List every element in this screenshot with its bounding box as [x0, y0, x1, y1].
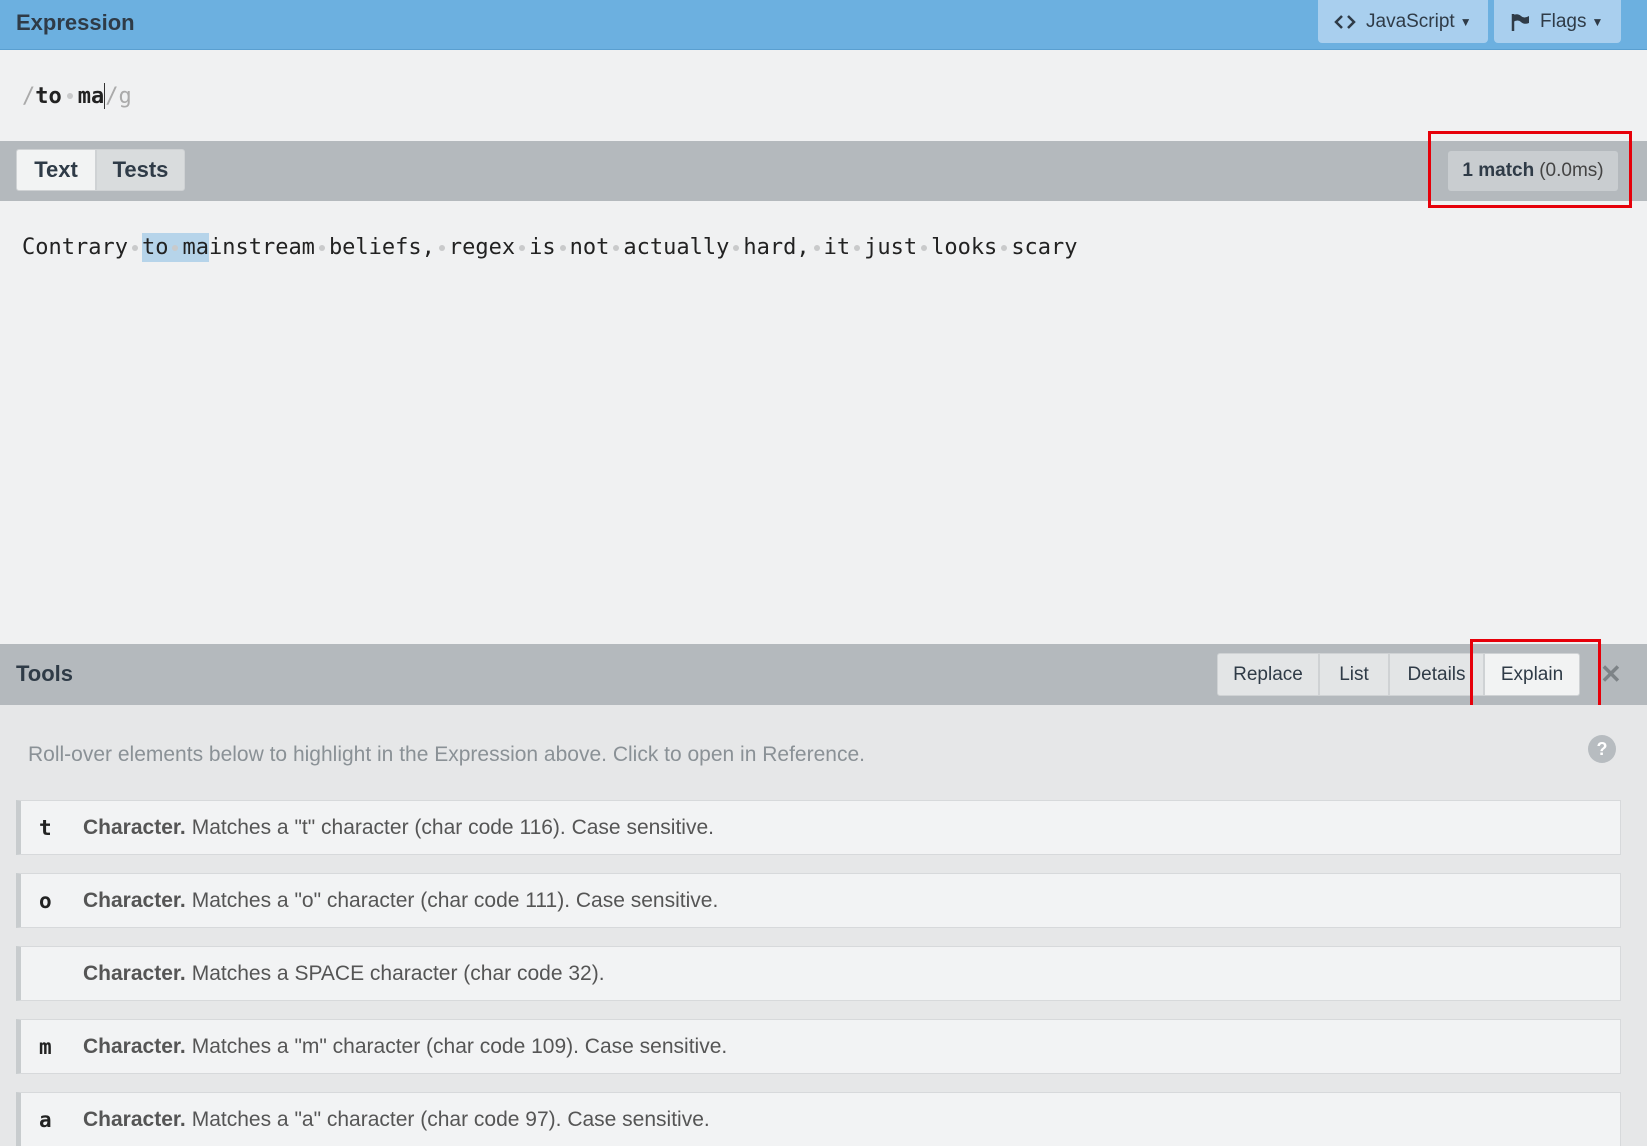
explain-hint: Roll-over elements below to highlight in… [28, 743, 865, 766]
word: it [823, 235, 851, 260]
token-description: Matches a "o" character (char code 111).… [191, 888, 719, 912]
token: o [39, 888, 52, 913]
explain-row[interactable]: m Character. Matches a "m" character (ch… [16, 1019, 1621, 1074]
token-description: Matches a "m" character (char code 109).… [191, 1034, 728, 1058]
word: not [569, 235, 610, 260]
word: just [864, 235, 918, 260]
token-description: Matches a "t" character (char code 116).… [191, 815, 714, 839]
annotation-box-match [1428, 131, 1632, 208]
space-marker [519, 244, 526, 251]
word: hard, [743, 235, 810, 260]
token-kind: Character. [83, 961, 186, 985]
space-marker [172, 244, 179, 251]
sample-text[interactable]: Contrary to ma instream beliefs, regex is n… [22, 233, 1078, 262]
tab-list[interactable]: List [1319, 653, 1389, 696]
code-icon [1334, 14, 1356, 29]
flag-icon [1511, 13, 1529, 31]
caret-down-icon: ▼ [1591, 14, 1604, 29]
word: regex [448, 235, 516, 260]
annotation-box-explain [1470, 639, 1601, 709]
close-delimiter: / [105, 83, 119, 109]
word: actually [623, 235, 730, 260]
expression-title: Expression [16, 10, 135, 35]
expression-editor[interactable]: / to ma / g [0, 50, 1647, 141]
caret-down-icon: ▼ [1459, 14, 1472, 29]
tools-toolbar: Tools Replace List Details Explain ✕ [0, 644, 1647, 705]
token-description: Matches a SPACE character (char code 32)… [191, 961, 605, 985]
flavor-dropdown-button[interactable]: JavaScript ▼ [1318, 0, 1488, 43]
flavor-label: JavaScript [1366, 10, 1455, 32]
token: t [39, 815, 52, 840]
word: beliefs, [328, 235, 435, 260]
space-marker [854, 244, 861, 251]
match-highlight[interactable]: to ma [141, 233, 209, 262]
expression-header: Expression JavaScript ▼ Flags ▼ [0, 0, 1647, 50]
pattern-part-2: ma [77, 83, 105, 109]
word: scary [1011, 235, 1078, 260]
space-marker [131, 244, 138, 251]
help-icon[interactable]: ? [1588, 735, 1616, 763]
explain-row[interactable]: Character. Matches a SPACE character (ch… [16, 946, 1621, 1001]
word: Contrary [22, 235, 128, 260]
explain-row[interactable]: o Character. Matches a "o" character (ch… [16, 873, 1621, 928]
flags-text[interactable]: g [119, 84, 132, 109]
token-kind: Character. [83, 815, 186, 839]
space-marker [813, 244, 820, 251]
match-part-1: to [141, 235, 169, 260]
flags-label: Flags [1540, 10, 1587, 32]
flags-dropdown-button[interactable]: Flags ▼ [1494, 0, 1621, 43]
token-description: Matches a "a" character (char code 97). … [191, 1107, 710, 1131]
tab-replace[interactable]: Replace [1217, 653, 1319, 696]
pattern-part-1: to [35, 83, 62, 109]
token-kind: Character. [83, 888, 186, 912]
tools-title: Tools [16, 661, 74, 686]
token: m [39, 1034, 52, 1059]
space-marker [318, 244, 325, 251]
tab-text[interactable]: Text [16, 149, 96, 191]
open-delimiter: / [22, 83, 36, 109]
token-kind: Character. [83, 1034, 186, 1058]
space-marker [66, 93, 73, 99]
expression-line[interactable]: / to ma / g [22, 83, 132, 109]
test-text-area[interactable]: Contrary to ma instream beliefs, regex is n… [0, 201, 1647, 644]
close-icon[interactable]: ✕ [1600, 659, 1622, 690]
space-marker [1001, 244, 1008, 251]
explain-row[interactable]: a Character. Matches a "a" character (ch… [16, 1092, 1621, 1146]
space-marker [733, 244, 740, 251]
space-marker [559, 244, 566, 251]
space-marker [438, 244, 445, 251]
word: instream [208, 235, 315, 260]
space-marker [921, 244, 928, 251]
tab-tests[interactable]: Tests [96, 149, 185, 191]
match-part-2: ma [182, 235, 209, 260]
word: looks [931, 235, 998, 260]
token-kind: Character. [83, 1107, 186, 1131]
text-toolbar: Text Tests 1 match (0.0ms) [0, 141, 1647, 201]
space-marker [613, 244, 620, 251]
explain-row[interactable]: t Character. Matches a "t" character (ch… [16, 800, 1621, 855]
token: a [39, 1107, 52, 1132]
word: is [529, 235, 556, 260]
